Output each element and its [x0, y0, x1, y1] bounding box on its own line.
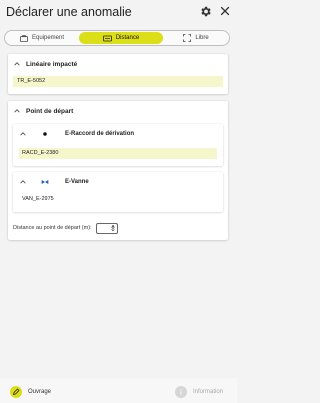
tab-libre[interactable]: Libre	[165, 32, 227, 44]
distance-label: Distance au point de départ (m):	[13, 225, 92, 231]
depart-item-name: E-Raccord de dérivation	[65, 131, 135, 137]
info-icon	[175, 386, 187, 398]
tab-distance-label: Distance	[115, 35, 140, 41]
chevron-up-icon	[20, 132, 26, 136]
dot-icon	[43, 132, 47, 136]
chevron-up-icon	[20, 180, 26, 184]
footer: Ouvrage Information	[0, 378, 237, 403]
distance-icon	[102, 35, 112, 41]
header: Déclarer une anomalie	[0, 0, 237, 26]
depart-title: Point de départ	[26, 107, 74, 115]
valve-icon	[41, 180, 49, 184]
chevron-up-icon	[14, 109, 20, 113]
equipment-icon	[20, 34, 28, 42]
tab-equipement[interactable]: Equipement	[7, 32, 77, 44]
depart-item-header[interactable]: E-Raccord de dérivation	[13, 128, 223, 140]
depart-item: E-Raccord de dérivation RACD_E-2380	[13, 124, 223, 166]
depart-item-value[interactable]: RACD_E-2380	[19, 148, 217, 159]
depart-item-header[interactable]: E-Vanne	[13, 176, 223, 188]
pencil-icon	[12, 388, 20, 396]
depart-item-name: E-Vanne	[65, 179, 89, 185]
depart-item-value[interactable]: VAN_E-2975	[19, 194, 217, 205]
tab-equipement-label: Equipement	[31, 35, 65, 41]
info-glyph-icon	[180, 389, 182, 395]
lineaire-value[interactable]: TR_E-5052	[13, 76, 223, 87]
ouvrage-button[interactable]: Ouvrage	[10, 386, 51, 398]
lineaire-header[interactable]: Linéaire impacté	[8, 58, 77, 70]
lineaire-title: Linéaire impacté	[26, 60, 78, 68]
spinner-icon[interactable]	[111, 225, 115, 232]
close-icon[interactable]	[219, 5, 231, 17]
ouvrage-icon	[10, 386, 22, 398]
free-select-icon	[183, 34, 192, 42]
depart-item: E-Vanne VAN_E-2975	[13, 172, 223, 212]
ouvrage-label: Ouvrage	[28, 389, 52, 395]
gear-icon[interactable]	[199, 5, 212, 18]
tab-libre-label: Libre	[195, 35, 209, 41]
depart-card: Point de départ E-Raccord de dérivation …	[8, 101, 228, 240]
depart-header[interactable]: Point de départ	[8, 105, 73, 117]
information-label: Information	[193, 389, 224, 395]
lineaire-card: Linéaire impacté TR_E-5052	[8, 54, 228, 94]
chevron-up-icon	[14, 62, 20, 66]
distance-input[interactable]: 0	[95, 222, 118, 234]
information-button[interactable]: Information	[175, 386, 223, 398]
mode-selector: Equipement Distance Libre	[4, 30, 230, 46]
page-title: Déclarer une anomalie	[6, 5, 132, 19]
tab-distance[interactable]: Distance	[79, 32, 163, 44]
distance-row: Distance au point de départ (m): 0	[13, 222, 118, 234]
